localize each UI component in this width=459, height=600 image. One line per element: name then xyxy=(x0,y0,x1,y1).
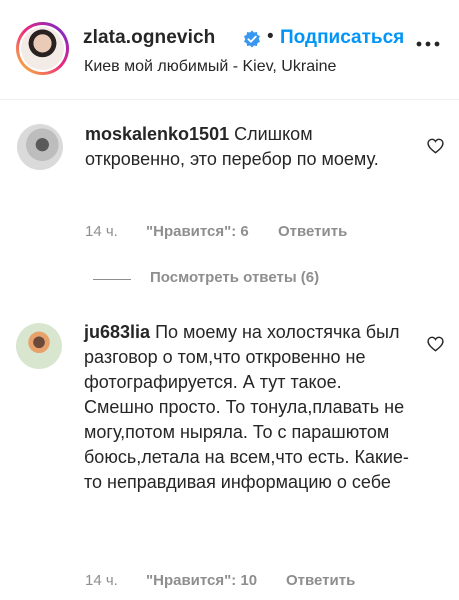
comment-body: ju683lia По моему на холостячка был разг… xyxy=(84,320,414,495)
author-avatar-ring xyxy=(19,25,66,72)
verified-badge-icon xyxy=(243,30,261,48)
reply-button[interactable]: Ответить xyxy=(286,572,355,589)
comment-meta: 14 ч. "Нравится": 6 Ответить xyxy=(85,223,415,243)
comment-likes[interactable]: "Нравится": 10 xyxy=(146,572,257,589)
commenter-username[interactable]: moskalenko1501 xyxy=(85,124,229,144)
comment-meta: 14 ч. "Нравится": 10 Ответить xyxy=(85,572,415,592)
comment-text: По моему на холостячка был разговор о то… xyxy=(84,322,409,492)
comment-time: 14 ч. xyxy=(85,572,118,589)
comment-time: 14 ч. xyxy=(85,223,118,240)
author-username[interactable]: zlata.ognevich xyxy=(83,27,215,49)
header-separator: • xyxy=(267,26,274,47)
follow-button[interactable]: Подписаться xyxy=(280,27,404,49)
reply-button[interactable]: Ответить xyxy=(278,223,347,240)
comment-likes[interactable]: "Нравится": 6 xyxy=(146,223,249,240)
commenter-username[interactable]: ju683lia xyxy=(84,322,150,342)
commenter-avatar[interactable] xyxy=(16,323,62,369)
post-header: zlata.ognevich • Подписаться Киев мой лю… xyxy=(0,0,459,98)
more-options-icon[interactable] xyxy=(416,41,440,47)
like-heart-icon[interactable] xyxy=(427,138,444,154)
header-divider xyxy=(0,99,459,100)
author-avatar-photo xyxy=(21,27,64,70)
post-location[interactable]: Киев мой любимый - Kiev, Ukraine xyxy=(84,58,336,76)
like-heart-icon[interactable] xyxy=(427,336,444,352)
author-avatar[interactable] xyxy=(16,22,69,75)
view-replies-label[interactable]: Посмотреть ответы (6) xyxy=(150,269,319,286)
view-replies-line xyxy=(93,279,131,280)
comment-body: moskalenko1501 Слишком откровенно, это п… xyxy=(85,122,405,172)
commenter-avatar[interactable] xyxy=(17,124,63,170)
